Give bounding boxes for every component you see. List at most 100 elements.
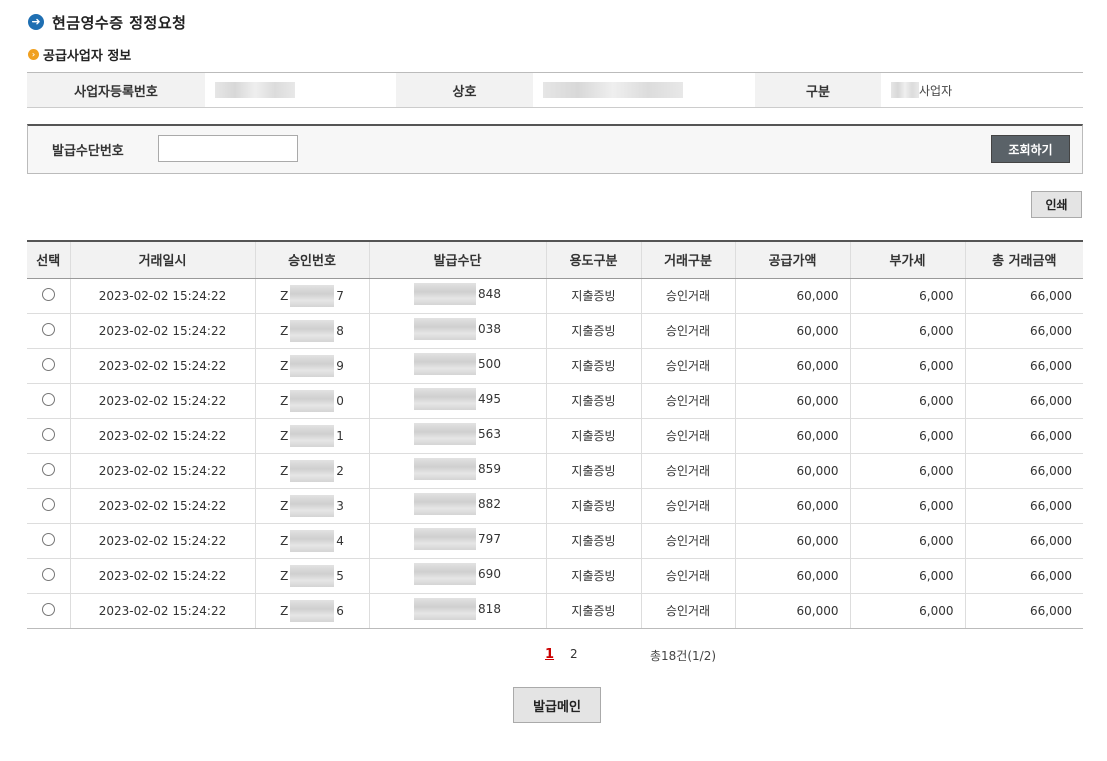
datetime-cell: 2023-02-02 15:24:22: [69, 313, 255, 349]
vat-cell: 6,000: [849, 488, 965, 524]
approval-no-prefix: Z: [280, 358, 289, 373]
table-row[interactable]: 2023-02-02 15:24:22 Z 4 797 지출증빙 승인거래 60,000 6,…: [27, 523, 1083, 559]
approval-no-prefix: Z: [280, 463, 289, 478]
page-title: ➜ 현금영수증 정정요청: [28, 12, 186, 32]
vat-cell: 6,000: [849, 383, 965, 419]
type-value-text: 사업자: [919, 83, 953, 98]
approval-no-suffix: 4: [336, 533, 344, 548]
vat-cell: 6,000: [849, 418, 965, 454]
row-radio[interactable]: [41, 602, 55, 616]
issue-method-input[interactable]: [158, 135, 298, 162]
approval-no-cell: Z6: [254, 593, 369, 629]
row-select-cell: [27, 523, 70, 559]
vat-cell: 6,000: [849, 278, 965, 314]
issue-method-suffix: 818: [478, 602, 501, 616]
issue-method-suffix: 038: [478, 322, 501, 336]
col-header-supply-amount: 공급가액: [734, 240, 850, 279]
datetime-cell: 2023-02-02 15:24:22: [69, 488, 255, 524]
usage-cell: 지출증빙: [545, 418, 641, 454]
table-row[interactable]: 2023-02-02 15:24:22 Z 6 818 지출증빙 승인거래 60,000 6,…: [27, 593, 1083, 629]
search-label: 발급수단번호: [52, 144, 124, 159]
section-title-text: 공급사업자 정보: [43, 48, 132, 64]
supply-amount-cell: 60,000: [734, 383, 850, 419]
total-amount-cell: 66,000: [964, 523, 1083, 559]
row-select-cell: [27, 453, 70, 489]
approval-no-suffix: 0: [336, 393, 344, 408]
row-radio[interactable]: [41, 462, 55, 476]
supply-amount-cell: 60,000: [734, 488, 850, 524]
table-row[interactable]: 2023-02-02 15:24:22 Z 0 495 지출증빙 승인거래 60,000 6,…: [27, 383, 1083, 419]
row-select-cell: [27, 383, 70, 419]
table-row[interactable]: 2023-02-02 15:24:22 Z 1 563 지출증빙 승인거래 60,000 6,…: [27, 418, 1083, 454]
supply-amount-cell: 60,000: [734, 348, 850, 384]
col-header-trade-type: 거래구분: [640, 240, 735, 279]
row-radio[interactable]: [41, 322, 55, 336]
supply-amount-cell: 60,000: [734, 278, 850, 314]
usage-cell: 지출증빙: [545, 558, 641, 594]
print-button[interactable]: 인쇄: [1031, 191, 1082, 218]
table-row[interactable]: 2023-02-02 15:24:22 Z 2 859 지출증빙 승인거래 60,000 6,…: [27, 453, 1083, 489]
page-link-current[interactable]: 1: [545, 647, 554, 662]
row-radio[interactable]: [41, 427, 55, 441]
col-header-total: 총 거래금액: [964, 240, 1083, 279]
trade-type-cell: 승인거래: [640, 418, 735, 454]
row-radio[interactable]: [41, 392, 55, 406]
approval-no-prefix: Z: [280, 498, 289, 513]
row-radio[interactable]: [41, 497, 55, 511]
supply-amount-cell: 60,000: [734, 418, 850, 454]
row-radio[interactable]: [41, 567, 55, 581]
vat-cell: 6,000: [849, 558, 965, 594]
approval-no-cell: Z0: [254, 383, 369, 419]
trade-type-cell: 승인거래: [640, 523, 735, 559]
search-button[interactable]: 조회하기: [991, 135, 1070, 163]
usage-cell: 지출증빙: [545, 278, 641, 314]
pagination: 1 2 총18건(1/2): [0, 647, 1107, 665]
company-name-value: [533, 73, 755, 107]
row-radio[interactable]: [41, 357, 55, 371]
col-header-select: 선택: [27, 240, 70, 279]
issue-method-cell: 882: [368, 488, 546, 524]
vat-cell: 6,000: [849, 523, 965, 559]
approval-no-cell: Z5: [254, 558, 369, 594]
type-value: 사업자: [881, 73, 1083, 107]
supply-amount-cell: 60,000: [734, 313, 850, 349]
vat-cell: 6,000: [849, 593, 965, 629]
page-summary: 총18건(1/2): [650, 649, 717, 663]
page-link-2[interactable]: 2: [570, 647, 578, 661]
total-amount-cell: 66,000: [964, 488, 1083, 524]
approval-no-suffix: 5: [336, 568, 344, 583]
row-select-cell: [27, 348, 70, 384]
datetime-cell: 2023-02-02 15:24:22: [69, 278, 255, 314]
issue-main-button[interactable]: 발급메인: [513, 687, 601, 723]
row-radio[interactable]: [41, 287, 55, 301]
search-panel: 발급수단번호 조회하기: [27, 124, 1083, 174]
trade-type-cell: 승인거래: [640, 313, 735, 349]
datetime-cell: 2023-02-02 15:24:22: [69, 523, 255, 559]
datetime-cell: 2023-02-02 15:24:22: [69, 453, 255, 489]
datetime-cell: 2023-02-02 15:24:22: [69, 558, 255, 594]
total-amount-cell: 66,000: [964, 453, 1083, 489]
supply-amount-cell: 60,000: [734, 453, 850, 489]
page-title-text: 현금영수증 정정요청: [52, 13, 187, 32]
trade-type-cell: 승인거래: [640, 278, 735, 314]
table-row[interactable]: 2023-02-02 15:24:22 Z 3 882 지출증빙 승인거래 60,000 6,…: [27, 488, 1083, 524]
approval-no-prefix: Z: [280, 428, 289, 443]
table-row[interactable]: 2023-02-02 15:24:22 Z 7 848 지출증빙 승인거래 60,000 6,…: [27, 278, 1083, 314]
usage-cell: 지출증빙: [545, 313, 641, 349]
col-header-issue-method: 발급수단: [368, 240, 546, 279]
issue-method-suffix: 797: [478, 532, 501, 546]
trade-type-cell: 승인거래: [640, 558, 735, 594]
total-amount-cell: 66,000: [964, 313, 1083, 349]
supplier-info-table: 사업자등록번호 상호 구분 사업자: [27, 72, 1083, 108]
table-row[interactable]: 2023-02-02 15:24:22 Z 5 690 지출증빙 승인거래 60,000 6,…: [27, 558, 1083, 594]
issue-method-cell: 818: [368, 593, 546, 629]
table-row[interactable]: 2023-02-02 15:24:22 Z 8 038 지출증빙 승인거래 60,000 6,…: [27, 313, 1083, 349]
approval-no-suffix: 1: [336, 428, 344, 443]
row-radio[interactable]: [41, 532, 55, 546]
row-select-cell: [27, 418, 70, 454]
approval-no-cell: Z4: [254, 523, 369, 559]
approval-no-cell: Z8: [254, 313, 369, 349]
table-row[interactable]: 2023-02-02 15:24:22 Z 9 500 지출증빙 승인거래 60,000 6,…: [27, 348, 1083, 384]
issue-method-cell: 859: [368, 453, 546, 489]
total-amount-cell: 66,000: [964, 558, 1083, 594]
